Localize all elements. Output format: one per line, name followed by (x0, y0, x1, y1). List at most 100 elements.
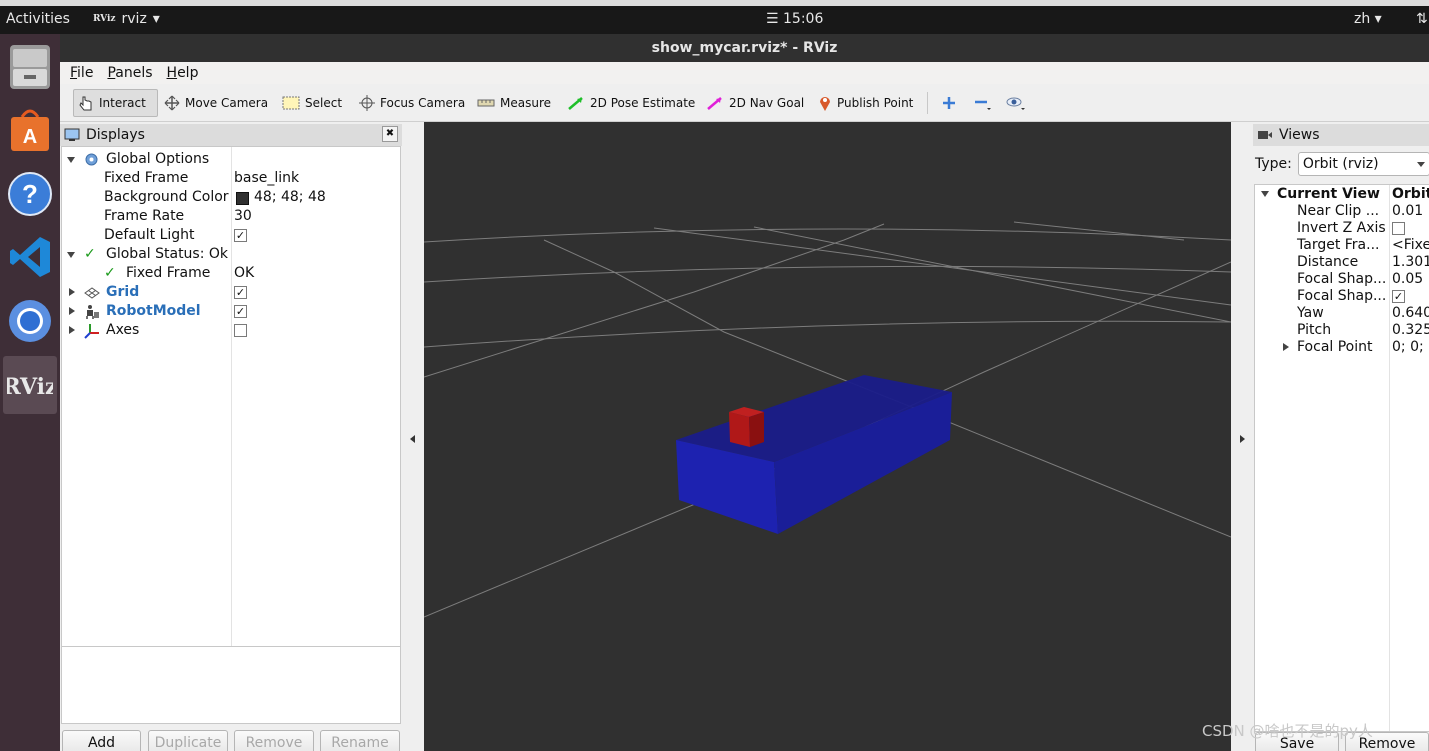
tree-row-robot-model[interactable]: RobotModel ✓ (62, 303, 400, 322)
publish-point-tool-button[interactable]: Publish Point (814, 89, 917, 117)
duplicate-display-button[interactable]: Duplicate (148, 730, 228, 751)
remove-tool-button[interactable] (970, 89, 996, 117)
tree-row-global-status[interactable]: ✓ Global Status: Ok (62, 246, 400, 265)
select-tool-button[interactable]: Select (278, 89, 346, 117)
background-color-value[interactable]: 48; 48; 48 (254, 189, 326, 205)
move-arrows-icon (164, 95, 180, 111)
interact-label: Interact (99, 96, 146, 110)
fixed-frame-value[interactable]: base_link (234, 170, 299, 186)
chevron-down-icon: ▾ (152, 11, 160, 27)
tree-row-background-color[interactable]: Background Color 48; 48; 48 (62, 189, 400, 208)
expand-arrow-icon[interactable] (69, 326, 75, 334)
default-light-checkbox[interactable]: ✓ (234, 229, 247, 242)
tree-row-distance[interactable]: Distance 1.301 (1255, 254, 1429, 271)
yaw-value[interactable]: 0.640 (1392, 305, 1429, 321)
measure-tool-button[interactable]: Measure (473, 89, 555, 117)
tree-row-status-fixed-frame[interactable]: ✓ Fixed Frame OK (62, 265, 400, 284)
dock-software[interactable]: A (3, 100, 57, 158)
focal-point-value[interactable]: 0; 0; 0 (1392, 339, 1429, 355)
clock[interactable]: ☰ 15:06 (766, 11, 823, 27)
expand-arrow-icon[interactable] (1283, 343, 1289, 351)
move-camera-tool-button[interactable]: Move Camera (160, 89, 272, 117)
interact-tool-button[interactable]: Interact (73, 89, 158, 117)
tree-row-focal-shape-size[interactable]: Focal Shap... 0.05 (1255, 271, 1429, 288)
selection-rect-icon (282, 96, 300, 110)
render-viewport[interactable] (424, 122, 1231, 751)
near-clip-label: Near Clip ... (1297, 203, 1380, 219)
distance-value[interactable]: 1.301 (1392, 254, 1429, 270)
publish-point-label: Publish Point (837, 96, 914, 110)
focus-camera-tool-button[interactable]: Focus Camera (355, 89, 469, 117)
color-swatch[interactable] (236, 192, 249, 205)
focal-shape-fixed-checkbox[interactable]: ✓ (1392, 290, 1405, 303)
view-type-select[interactable]: Orbit (rviz) (1297, 152, 1429, 176)
add-tool-button[interactable] (938, 89, 960, 117)
menu-file[interactable]: File (70, 65, 93, 81)
tree-row-grid[interactable]: Grid ✓ (62, 284, 400, 303)
left-splitter[interactable] (402, 122, 424, 751)
expand-arrow-icon[interactable] (67, 157, 75, 163)
view-options-button[interactable] (1002, 89, 1030, 117)
focal-shape-size-value[interactable]: 0.05 (1392, 271, 1423, 287)
expand-arrow-icon[interactable] (69, 307, 75, 315)
tree-row-fixed-frame[interactable]: Fixed Frame base_link (62, 170, 400, 189)
svg-text:RViz: RViz (7, 374, 53, 400)
target-frame-value[interactable]: <Fixed (1392, 237, 1429, 253)
tree-row-invert-z[interactable]: Invert Z Axis (1255, 220, 1429, 237)
frame-rate-value[interactable]: 30 (234, 208, 252, 224)
distance-label: Distance (1297, 254, 1359, 270)
pitch-value[interactable]: 0.325 (1392, 322, 1429, 338)
dock-help[interactable]: ? (3, 165, 57, 223)
collapse-left-icon[interactable] (410, 435, 415, 443)
tree-row-pitch[interactable]: Pitch 0.325 (1255, 322, 1429, 339)
add-display-button[interactable]: Add (62, 730, 141, 751)
near-clip-value[interactable]: 0.01 (1392, 203, 1423, 219)
dock-rviz[interactable]: RViz (3, 356, 57, 414)
tree-row-target-frame[interactable]: Target Fra... <Fixed (1255, 237, 1429, 254)
tree-row-default-light[interactable]: Default Light ✓ (62, 227, 400, 246)
rename-display-button[interactable]: Rename (320, 730, 400, 751)
dock-files[interactable] (3, 38, 57, 96)
collapse-right-icon[interactable] (1240, 435, 1245, 443)
launcher-dock: A ? RViz (0, 34, 60, 751)
expand-arrow-icon[interactable] (67, 252, 75, 258)
current-view-value: Orbit (1392, 186, 1429, 202)
tree-row-global-options[interactable]: Global Options (62, 151, 400, 170)
tree-row-yaw[interactable]: Yaw 0.640 (1255, 305, 1429, 322)
current-view-label: Current View (1277, 186, 1380, 202)
grid-label: Grid (106, 284, 140, 300)
status-fixed-frame-label: Fixed Frame (126, 265, 211, 281)
view-type-row: Type: Orbit (rviz) (1255, 152, 1429, 176)
help-icon: ? (8, 172, 52, 216)
remove-display-button[interactable]: Remove (234, 730, 314, 751)
dock-vscode[interactable] (3, 228, 57, 286)
axes-checkbox[interactable] (234, 324, 247, 337)
close-icon[interactable]: ✖ (382, 126, 398, 142)
right-splitter[interactable] (1231, 122, 1253, 751)
app-menu[interactable]: RViz rviz ▾ (93, 11, 160, 27)
robot-model-checkbox[interactable]: ✓ (234, 305, 247, 318)
language-indicator[interactable]: zh ▾ (1354, 11, 1382, 27)
tree-row-current-view[interactable]: Current View Orbit (1255, 186, 1429, 203)
activities-button[interactable]: Activities (6, 11, 70, 27)
invert-z-checkbox[interactable] (1392, 222, 1405, 235)
pose-estimate-tool-button[interactable]: 2D Pose Estimate (563, 89, 699, 117)
displays-panel-header: Displays ✖ (60, 124, 402, 146)
menu-panels[interactable]: Panels (107, 65, 152, 81)
global-options-label: Global Options (106, 151, 210, 167)
tree-row-focal-shape-fixed[interactable]: Focal Shap... ✓ (1255, 288, 1429, 305)
window-title: show_mycar.rviz* - RViz (60, 34, 1429, 62)
global-status-label: Global Status: Ok (106, 246, 229, 262)
pitch-label: Pitch (1297, 322, 1332, 338)
tree-row-focal-point[interactable]: Focal Point 0; 0; 0 (1255, 339, 1429, 356)
tree-row-frame-rate[interactable]: Frame Rate 30 (62, 208, 400, 227)
tree-row-near-clip[interactable]: Near Clip ... 0.01 (1255, 203, 1429, 220)
expand-arrow-icon[interactable] (69, 288, 75, 296)
network-icon[interactable]: ⇅ (1416, 11, 1428, 27)
menu-help[interactable]: Help (167, 65, 199, 81)
grid-checkbox[interactable]: ✓ (234, 286, 247, 299)
tree-row-axes[interactable]: Axes (62, 322, 400, 341)
nav-goal-tool-button[interactable]: 2D Nav Goal (702, 89, 808, 117)
dock-chromium[interactable] (3, 292, 57, 350)
expand-arrow-icon[interactable] (1261, 191, 1269, 197)
